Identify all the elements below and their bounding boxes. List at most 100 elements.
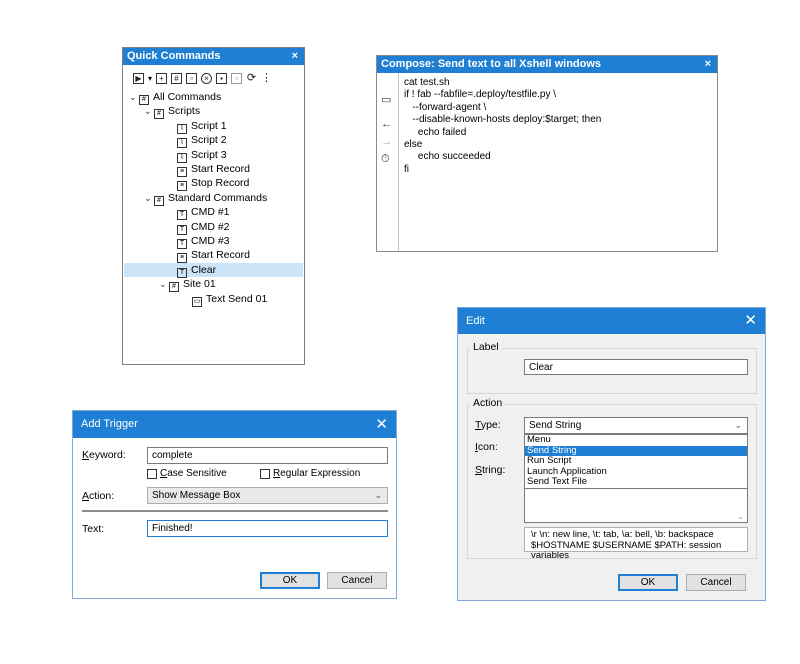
- tree-label: Scripts: [168, 105, 201, 118]
- file-icon: ▭: [192, 296, 202, 307]
- code-line: --forward-agent \: [404, 101, 487, 113]
- cancel-button[interactable]: Cancel: [327, 572, 387, 589]
- chevron-down-icon[interactable]: ⌄: [129, 90, 139, 104]
- copy-icon[interactable]: ▪: [216, 72, 228, 84]
- divider: [82, 510, 388, 512]
- tree-item[interactable]: T CMD #1: [177, 205, 230, 221]
- case-sensitive-label: Case Sensitive: [160, 468, 227, 479]
- tree-label: Start Record: [191, 249, 250, 262]
- code-line: cat test.sh: [404, 77, 450, 88]
- edit-titlebar: Edit ✕: [458, 308, 765, 334]
- checkbox-box[interactable]: [260, 468, 270, 479]
- dropdown-option[interactable]: Menu: [525, 434, 747, 446]
- tree-label: Script 1: [191, 119, 227, 132]
- action-select[interactable]: Show Message Box ⌄: [147, 487, 388, 504]
- compose-sidebar: ▭ ← → ⏱: [377, 73, 399, 251]
- ok-button[interactable]: OK: [618, 574, 678, 591]
- case-sensitive-checkbox[interactable]: Case Sensitive: [147, 468, 227, 479]
- group-icon: #: [169, 282, 179, 293]
- action-label: Action:: [82, 490, 115, 502]
- tree-item[interactable]: ⌇ Script 3: [177, 148, 227, 163]
- dropdown-option[interactable]: Send Text File: [525, 476, 747, 488]
- compose-text-area[interactable]: cat test.sh if ! fab --fabfile=.deploy/te…: [404, 77, 601, 176]
- code-line: else: [404, 139, 423, 151]
- tree-label: Text Send 01: [206, 292, 268, 305]
- tree-label: Script 3: [191, 148, 227, 161]
- arrow-left-icon[interactable]: ←: [381, 118, 392, 130]
- checkbox-box[interactable]: [147, 468, 157, 479]
- action-select-value: Show Message Box: [152, 490, 241, 501]
- arrow-right-icon[interactable]: →: [381, 136, 392, 148]
- compose-panel: Compose: Send text to all Xshell windows…: [376, 55, 718, 252]
- quick-commands-title: Quick Commands: [127, 50, 221, 62]
- regex-label: Regular Expression: [273, 468, 361, 479]
- tree-item[interactable]: ≡ Start Record: [177, 162, 250, 177]
- type-select[interactable]: Send String ⌄: [524, 417, 748, 434]
- play-dropdown-icon[interactable]: ▶: [133, 72, 144, 84]
- tree-item[interactable]: T Clear: [177, 263, 217, 278]
- chevron-down-icon: ⌄: [734, 420, 742, 430]
- tree-item[interactable]: ≡ Start Record: [177, 248, 250, 264]
- tree-label: CMD #3: [191, 235, 230, 247]
- add-trigger-titlebar: Add Trigger ✕: [73, 411, 396, 438]
- paste-icon[interactable]: ▫: [231, 72, 243, 84]
- ok-button[interactable]: OK: [260, 572, 320, 589]
- more-icon[interactable]: ⋮: [261, 72, 272, 84]
- add-group-icon[interactable]: #: [171, 72, 183, 84]
- type-label: Type:: [475, 419, 501, 431]
- timer-icon[interactable]: ⏱: [381, 153, 390, 166]
- chevron-down-icon[interactable]: ⌄: [159, 277, 169, 291]
- group-icon: #: [154, 195, 164, 206]
- code-line: --disable-known-hosts deploy:$target; th…: [404, 114, 602, 126]
- hint-line-1: \r \n: new line, \t: tab, \a: bell, \b: …: [531, 529, 714, 540]
- string-label: String:: [475, 464, 506, 476]
- tree-label: CMD #1: [191, 206, 230, 219]
- add-icon[interactable]: +: [156, 72, 168, 84]
- type-select-value: Send String: [529, 420, 582, 431]
- edit-title: Edit: [466, 315, 485, 327]
- icon-label: Icon:: [475, 441, 498, 453]
- compose-title: Compose: Send text to all Xshell windows: [381, 58, 602, 70]
- type-dropdown-list[interactable]: Menu Send String Run Script Launch Applicat…: [524, 434, 748, 489]
- close-icon[interactable]: ✕: [375, 411, 388, 438]
- tree-item[interactable]: ▭ Text Send 01: [192, 292, 268, 307]
- delete-icon[interactable]: ×: [201, 72, 213, 84]
- tree-item[interactable]: ⌇ Script 1: [177, 119, 227, 134]
- label-input[interactable]: Clear: [524, 359, 748, 375]
- label-group-title: Label: [470, 341, 502, 353]
- code-line: echo succeeded: [404, 151, 491, 163]
- scroll-down-icon[interactable]: ⌄: [737, 512, 744, 521]
- new-file-icon[interactable]: ▫: [186, 72, 198, 84]
- tree-group[interactable]: ⌄ # Standard Commands: [144, 191, 268, 206]
- tree-item[interactable]: T CMD #2: [177, 220, 230, 235]
- text-label: Text:: [82, 523, 105, 535]
- group-icon: #: [154, 109, 164, 120]
- close-icon[interactable]: ✕: [744, 308, 757, 334]
- text-input[interactable]: Finished!: [147, 520, 388, 537]
- tree-item[interactable]: ⌇ Script 2: [177, 133, 227, 149]
- tree-group[interactable]: ⌄ # All Commands: [129, 90, 222, 105]
- tree-label: Start Record: [191, 163, 250, 175]
- close-icon[interactable]: ×: [705, 56, 711, 73]
- tree-label: All Commands: [153, 91, 222, 103]
- add-trigger-title: Add Trigger: [81, 418, 138, 430]
- chevron-down-icon[interactable]: ▾: [148, 74, 152, 83]
- keyword-input[interactable]: complete: [147, 447, 388, 464]
- tree-label: Standard Commands: [168, 191, 268, 204]
- dropdown-option[interactable]: Run Script: [525, 455, 747, 467]
- tree-label: Clear: [191, 263, 217, 276]
- refresh-icon[interactable]: ⟳: [246, 72, 257, 84]
- tree-item[interactable]: ≡ Stop Record: [177, 176, 249, 192]
- compose-titlebar: Compose: Send text to all Xshell windows…: [377, 56, 717, 73]
- tree-item[interactable]: T CMD #3: [177, 234, 230, 249]
- chevron-down-icon[interactable]: ⌄: [144, 191, 154, 205]
- code-line: if ! fab --fabfile=.deploy/testfile.py \: [404, 89, 557, 101]
- chevron-down-icon[interactable]: ⌄: [144, 104, 154, 118]
- add-trigger-dialog: Add Trigger ✕ Keyword: complete Case Sen…: [72, 410, 397, 599]
- close-icon[interactable]: ×: [292, 48, 298, 65]
- cancel-button[interactable]: Cancel: [686, 574, 746, 591]
- regex-checkbox[interactable]: Regular Expression: [260, 468, 360, 479]
- tree-group[interactable]: ⌄ # Scripts: [144, 104, 201, 120]
- window-menu-icon[interactable]: ▭: [381, 93, 391, 106]
- tree-group[interactable]: ⌄ # Site 01: [159, 277, 216, 293]
